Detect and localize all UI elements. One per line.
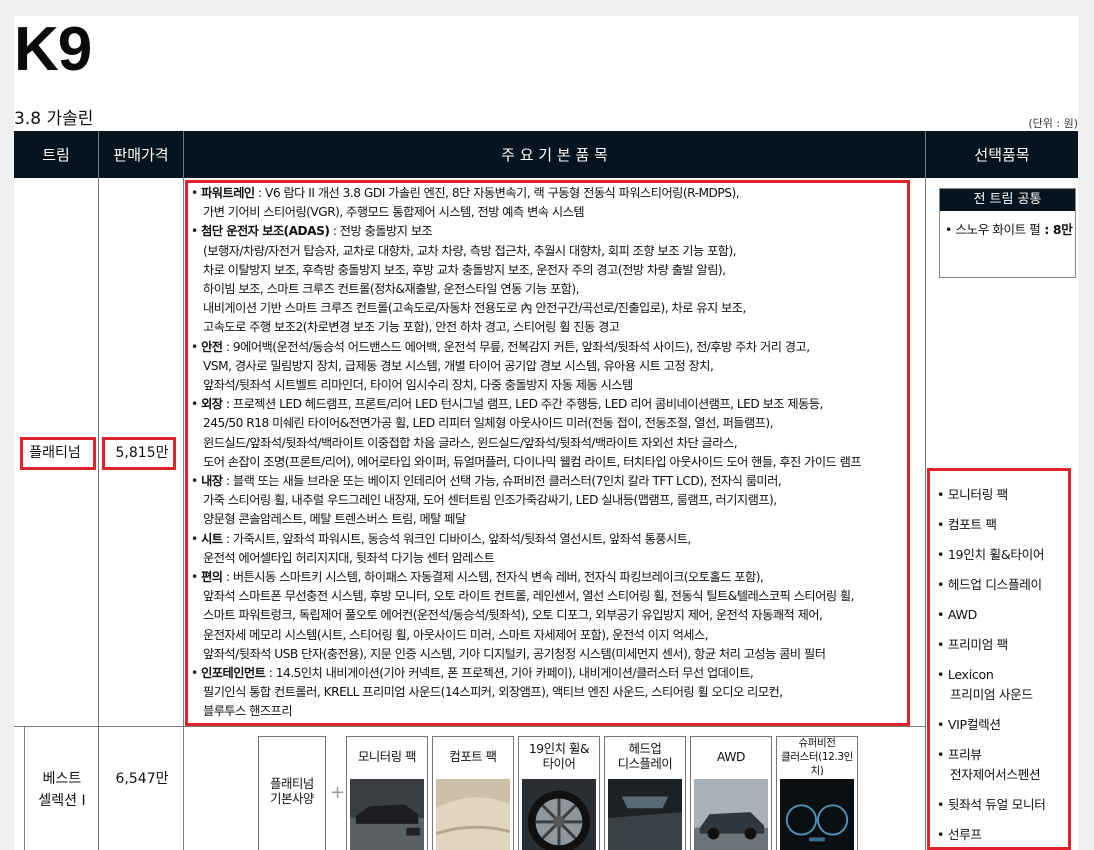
snow-white-pearl-price: : 8만 bbox=[1040, 222, 1073, 237]
col-header-features: 주 요 기 본 품 목 bbox=[184, 131, 925, 178]
package-card-label: 모니터링 팩 bbox=[347, 737, 427, 777]
grid-line bbox=[98, 131, 99, 850]
col-header-price: 판매가격 bbox=[99, 131, 183, 178]
trim-best-selection-line2: 셀렉션 Ⅰ bbox=[38, 793, 86, 809]
package-card-awd: AWD bbox=[690, 736, 772, 850]
package-card-label: 헤드업 디스플레이 bbox=[605, 737, 685, 777]
trim-highlight-box bbox=[20, 437, 96, 470]
package-card-line1: 헤드업 bbox=[628, 742, 662, 756]
price-highlight-box bbox=[102, 437, 176, 470]
col-header-options: 선택품목 bbox=[926, 131, 1078, 178]
package-card-wheel: 19인치 휠& 타이어 bbox=[518, 736, 600, 850]
package-card-line2: 디스플레이 bbox=[617, 757, 673, 771]
package-card-comfort: 컴포트 팩 bbox=[432, 736, 514, 850]
unit-note: (단위 : 원) bbox=[1028, 117, 1078, 130]
common-options-box: 전 트림 공통 • 스노우 화이트 펄 : 8만 bbox=[939, 188, 1076, 278]
package-card-line1: AWD bbox=[716, 749, 746, 764]
price-best-selection-1: 6,547만 bbox=[115, 771, 169, 787]
grid-line bbox=[925, 131, 926, 850]
package-card-line1: 19인치 휠& bbox=[528, 742, 590, 756]
package-card-hud: 헤드업 디스플레이 bbox=[604, 736, 686, 850]
hud-photo bbox=[608, 779, 682, 850]
trim-best-selection-1: 베스트 셀렉션 Ⅰ bbox=[26, 768, 98, 812]
common-options-title: 전 트림 공통 bbox=[940, 189, 1075, 211]
package-card-label: AWD bbox=[691, 737, 771, 777]
seat-photo bbox=[435, 779, 511, 850]
price-sheet-page: K9 3.8 가솔린 (단위 : 원) 트림 판매가격 주 요 기 본 품 목 … bbox=[14, 16, 1078, 850]
engine-title: 3.8 가솔린 bbox=[14, 109, 94, 129]
grid-line bbox=[183, 131, 184, 850]
package-card-line1: 슈퍼비전 bbox=[798, 737, 836, 749]
plus-sign: + bbox=[330, 782, 346, 803]
package-card-base-label: 플래티넘 기본사양 bbox=[259, 737, 325, 847]
model-name: K9 bbox=[14, 16, 92, 84]
snow-white-pearl-label: • 스노우 화이트 펄 bbox=[945, 222, 1041, 237]
common-option-item: • 스노우 화이트 펄 : 8만 bbox=[940, 211, 1075, 238]
package-card-base-line2: 기본사양 bbox=[270, 792, 314, 806]
trim-best-selection-line1: 베스트 bbox=[42, 771, 82, 787]
col-header-trim: 트림 bbox=[14, 131, 98, 178]
car-interior-photo bbox=[350, 779, 424, 850]
package-card-line1: 컴포트 팩 bbox=[449, 749, 497, 764]
package-card-line2: 클러스터(12.3인치) bbox=[781, 751, 853, 777]
package-card-monitoring: 모니터링 팩 bbox=[346, 736, 428, 850]
package-card-cluster: 슈퍼비전 클러스터(12.3인치) bbox=[776, 736, 858, 850]
package-card-base: 플래티넘 기본사양 bbox=[258, 736, 326, 850]
package-card-base-line1: 플래티넘 bbox=[270, 777, 314, 791]
grid-line bbox=[24, 726, 25, 850]
features-highlight-box bbox=[185, 180, 910, 726]
wheel-photo bbox=[522, 779, 596, 850]
package-card-label: 슈퍼비전 클러스터(12.3인치) bbox=[777, 737, 857, 777]
cluster-photo bbox=[780, 779, 854, 850]
car-exterior-photo bbox=[694, 779, 768, 850]
options-highlight-box bbox=[927, 468, 1071, 850]
package-card-label: 19인치 휠& 타이어 bbox=[519, 737, 599, 777]
package-card-line2: 타이어 bbox=[542, 757, 576, 771]
package-card-line1: 모니터링 팩 bbox=[357, 749, 417, 764]
grid-line bbox=[14, 726, 925, 727]
package-card-label: 컴포트 팩 bbox=[433, 737, 513, 777]
